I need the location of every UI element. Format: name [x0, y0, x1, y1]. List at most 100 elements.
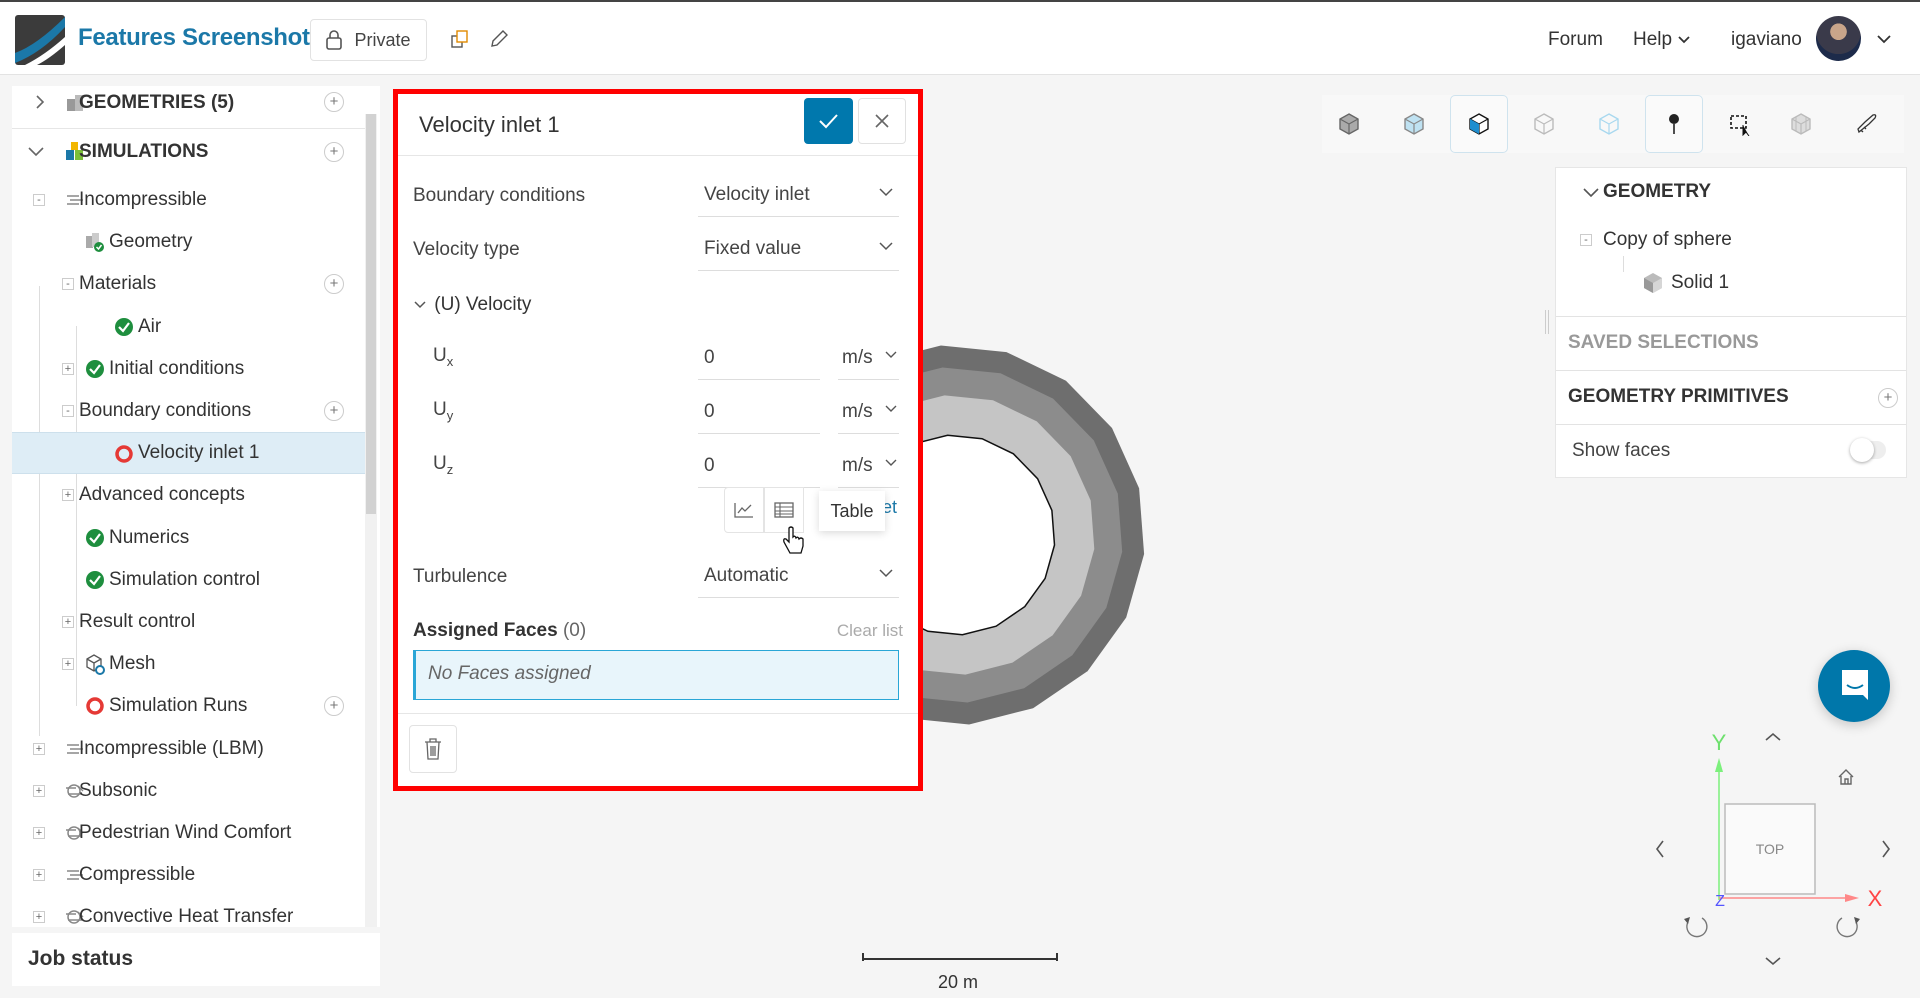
delete-button[interactable] [409, 725, 457, 773]
job-status-panel[interactable]: Job status [12, 933, 380, 986]
add-item-button[interactable]: + [324, 401, 344, 421]
tree-item[interactable]: Air [12, 306, 365, 348]
collapse-toggle[interactable]: - [1580, 234, 1592, 246]
expand-toggle[interactable]: - [33, 194, 45, 206]
expand-toggle[interactable]: + [33, 827, 45, 839]
clear-list-button[interactable]: Clear list [837, 621, 903, 641]
vertex-view-button[interactable] [1515, 95, 1573, 153]
tree-item[interactable]: - Boundary conditions + [12, 390, 365, 432]
velocity-input[interactable]: 0 [698, 340, 820, 380]
tree-item[interactable]: + Mesh [12, 643, 365, 685]
scrollbar-thumb[interactable] [366, 114, 376, 514]
wireframe-view-button[interactable] [1580, 95, 1638, 153]
velocity-input[interactable]: 0 [698, 448, 820, 488]
lock-icon [326, 30, 343, 50]
unit-select[interactable]: m/s [838, 340, 899, 380]
saved-selections-title[interactable]: SAVED SELECTIONS [1568, 332, 1759, 354]
expand-toggle[interactable]: - [62, 405, 74, 417]
error-circle-icon [115, 445, 133, 463]
expand-toggle[interactable]: + [62, 658, 74, 671]
assigned-faces-list[interactable]: No Faces assigned [413, 650, 899, 700]
tree-item[interactable]: + Result control [12, 601, 365, 643]
chevron-down-icon[interactable] [1876, 34, 1892, 44]
boundary-type-select[interactable]: Velocity inlet [698, 177, 899, 217]
tree-item[interactable]: Simulation Runs + [12, 685, 365, 727]
close-button[interactable] [858, 98, 906, 144]
geometry-item[interactable]: Copy of sphere [1603, 229, 1732, 251]
mesh-view-button[interactable] [1772, 95, 1830, 153]
avatar[interactable] [1816, 16, 1861, 61]
tree-item[interactable]: + Subsonic [12, 770, 365, 812]
expand-toggle[interactable]: + [33, 742, 45, 755]
add-simulation-button[interactable]: + [324, 142, 344, 162]
tree-item[interactable]: + Convective Heat Transfer [12, 896, 365, 927]
simscale-logo[interactable] [15, 15, 65, 65]
privacy-button[interactable]: Private [310, 19, 427, 61]
add-item-button[interactable]: + [324, 696, 344, 717]
chevron-down-icon[interactable] [26, 145, 48, 167]
chevron-down-icon [879, 188, 893, 197]
toggle-knob[interactable] [1850, 438, 1874, 462]
unit-select[interactable]: m/s [838, 448, 899, 488]
forum-link[interactable]: Forum [1548, 29, 1603, 51]
help-menu[interactable]: Help [1633, 29, 1691, 51]
expand-toggle[interactable]: - [62, 278, 74, 291]
turbulence-select[interactable]: Automatic [698, 558, 899, 598]
home-icon[interactable] [1838, 769, 1854, 785]
expand-toggle[interactable]: + [62, 489, 74, 502]
tree-item[interactable]: - Incompressible [12, 179, 365, 221]
transparent-view-button[interactable] [1385, 95, 1443, 153]
tree-item[interactable]: Velocity inlet 1 [12, 432, 365, 475]
measure-button[interactable] [1838, 95, 1896, 153]
unit-value: m/s [842, 401, 873, 422]
expand-toggle[interactable]: + [62, 616, 74, 628]
velocity-type-select[interactable]: Fixed value [698, 231, 899, 271]
expand-toggle[interactable]: + [33, 784, 45, 797]
turbulence-label: Turbulence [413, 566, 508, 587]
velocity-input[interactable]: 0 [698, 394, 820, 434]
add-geometry-button[interactable]: + [324, 92, 344, 112]
tree-item[interactable]: - Materials + [12, 263, 365, 305]
tree-item[interactable]: + Initial conditions [12, 348, 365, 390]
copy-icon[interactable] [451, 30, 469, 48]
tree-item[interactable]: Simulation control [12, 559, 365, 601]
rotate-down-icon[interactable] [1765, 957, 1781, 966]
rotate-up-icon[interactable] [1765, 732, 1781, 741]
rotate-left-icon[interactable] [1656, 840, 1664, 858]
solid-item[interactable]: Solid 1 [1671, 272, 1729, 294]
tree-simulations[interactable]: SIMULATIONS + [12, 131, 365, 173]
tree-geometries[interactable]: GEOMETRIES (5) + [12, 86, 365, 129]
solid-view-button[interactable] [1320, 95, 1378, 153]
graph-input-button[interactable] [724, 487, 764, 533]
add-item-button[interactable]: + [324, 274, 344, 295]
velocity-section-toggle[interactable]: (U) Velocity [413, 294, 531, 316]
tree-item[interactable]: + Incompressible (LBM) [12, 728, 365, 770]
geometry-primitives-title[interactable]: GEOMETRY PRIMITIVES [1568, 386, 1789, 408]
add-primitive-button[interactable]: + [1878, 388, 1898, 408]
tree-item[interactable]: + Compressible [12, 854, 365, 896]
box-select-button[interactable] [1711, 95, 1769, 153]
project-title[interactable]: Features Screenshot [78, 24, 310, 52]
expand-toggle[interactable]: + [33, 911, 45, 924]
tree-item[interactable]: + Advanced concepts [12, 474, 365, 516]
point-select-button[interactable] [1645, 95, 1703, 153]
confirm-button[interactable] [804, 98, 853, 144]
roll-right-icon[interactable] [1836, 917, 1858, 938]
pencil-icon[interactable] [489, 29, 509, 49]
chevron-right-icon[interactable] [34, 91, 56, 113]
panel-resize-handle[interactable] [1545, 310, 1549, 334]
expand-toggle[interactable]: + [62, 362, 74, 375]
chevron-down-icon [1678, 36, 1690, 44]
tree-item[interactable]: + Pedestrian Wind Comfort [12, 812, 365, 854]
tree-item[interactable]: Numerics [12, 517, 365, 559]
navigation-cube[interactable]: TOP Y X Z [1600, 700, 1920, 998]
rotate-right-icon[interactable] [1882, 840, 1890, 858]
roll-left-icon[interactable] [1686, 917, 1708, 938]
username[interactable]: igaviano [1731, 29, 1802, 51]
face-select-button[interactable] [1450, 95, 1508, 153]
expand-toggle[interactable]: + [33, 869, 45, 882]
tree-item[interactable]: Geometry [12, 221, 365, 263]
geometry-section-title[interactable]: GEOMETRY [1603, 181, 1711, 203]
chevron-down-icon[interactable] [1582, 187, 1600, 199]
unit-select[interactable]: m/s [838, 394, 899, 434]
